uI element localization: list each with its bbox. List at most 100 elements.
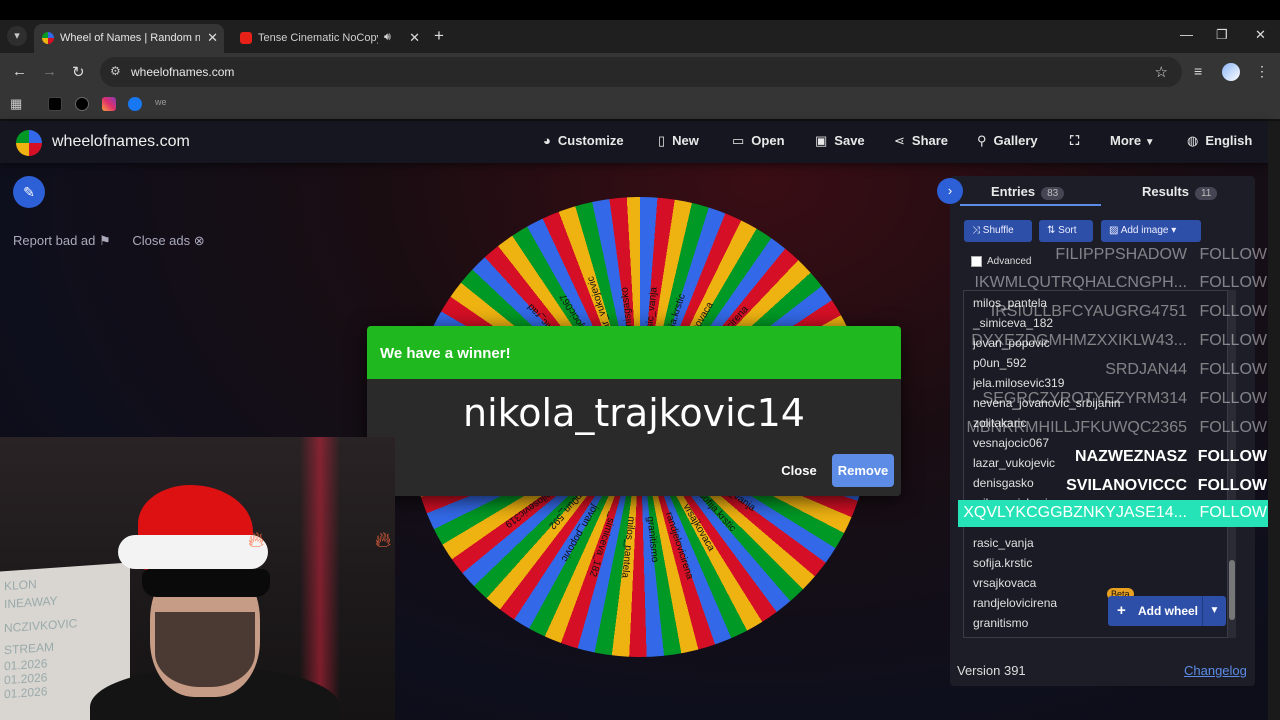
page-scrollbar[interactable] bbox=[1268, 121, 1280, 720]
menu-share[interactable]: ⋖ Share bbox=[894, 133, 948, 149]
tab-title: Wheel of Names | Random name bbox=[60, 32, 200, 44]
button-label: Shuffle bbox=[982, 225, 1014, 236]
button-label: Add wheel bbox=[1138, 604, 1199, 618]
follow-alert-row: IRSIULLBFCYAUGRG4751 FOLLOW bbox=[958, 299, 1273, 326]
menu-label: Open bbox=[751, 133, 785, 148]
browser-toolbar: ← → ↻ ⚙ wheelofnames.com ☆ ≡ ⋮ bbox=[0, 53, 1280, 91]
speaker-icon[interactable]: 🔊︎ bbox=[384, 31, 391, 44]
tab-close-icon[interactable]: ✕ bbox=[207, 30, 218, 46]
menu-open[interactable]: ▭ Open bbox=[732, 133, 785, 149]
menu-label: English bbox=[1205, 133, 1253, 148]
threads-icon[interactable] bbox=[75, 97, 89, 111]
follow-label: FOLLOW bbox=[1199, 303, 1267, 320]
follower-name: FILIPPPSHADOW bbox=[1055, 246, 1187, 263]
tab-entries[interactable]: Entries 83 bbox=[991, 184, 1065, 200]
bookmark-star-icon[interactable]: ☆ bbox=[1155, 63, 1168, 81]
add-wheel-button[interactable]: + Add wheel ▼ bbox=[1108, 596, 1226, 626]
caret-down-icon[interactable]: ▼ bbox=[1202, 596, 1226, 626]
bookmark-we-icon[interactable]: we bbox=[155, 97, 169, 111]
menu-save[interactable]: ▣ Save bbox=[815, 133, 865, 149]
window-close-icon[interactable]: ✕ bbox=[1255, 27, 1266, 43]
tiktok-icon[interactable] bbox=[48, 97, 62, 111]
follow-alert-row: NAZWEZNASZ FOLLOW bbox=[958, 444, 1273, 471]
sort-button[interactable]: ⇅ Sort bbox=[1039, 220, 1093, 242]
close-ads-link[interactable]: Close ads bbox=[132, 233, 190, 248]
follow-alert-row: DYXEZDGMHMZXXIKLW43... FOLLOW bbox=[958, 328, 1273, 355]
url-text[interactable]: wheelofnames.com bbox=[131, 65, 234, 79]
board-text: KLON bbox=[4, 576, 37, 594]
menu-language[interactable]: ◍ English bbox=[1187, 133, 1252, 149]
wheel-label-text: granitismo bbox=[644, 515, 661, 563]
media-controls-icon[interactable]: ≡ bbox=[1194, 63, 1202, 79]
site-info-icon[interactable]: ⚙ bbox=[110, 64, 124, 78]
profile-avatar[interactable] bbox=[1222, 63, 1240, 81]
menu-label: More bbox=[1110, 133, 1142, 148]
winner-dialog-header: We have a winner! bbox=[367, 326, 901, 379]
follower-name: IRSIULLBFCYAUGRG4751 bbox=[990, 303, 1187, 320]
back-arrow-icon[interactable]: ← bbox=[12, 63, 27, 80]
flame-icon: 🔥︎ bbox=[248, 527, 265, 552]
screen: ▾ Wheel of Names | Random name ✕ Tense C… bbox=[0, 0, 1280, 720]
menu-label: Gallery bbox=[993, 133, 1038, 148]
follow-label: FOLLOW bbox=[1199, 246, 1267, 263]
instagram-icon[interactable] bbox=[102, 97, 116, 111]
shuffle-button[interactable]: ⤨ Shuffle bbox=[964, 220, 1032, 242]
caret-down-icon: ▼ bbox=[1144, 137, 1155, 148]
list-item: vrsajkovaca bbox=[973, 576, 1037, 590]
tab-label: Results bbox=[1142, 184, 1189, 199]
shuffle-icon: ⤨ bbox=[972, 225, 980, 236]
tab-search-icon[interactable]: ▾ bbox=[7, 26, 27, 46]
site-brand[interactable]: wheelofnames.com bbox=[52, 133, 190, 151]
reload-icon[interactable]: ↻ bbox=[72, 63, 85, 81]
red-light bbox=[300, 437, 340, 720]
share-icon: ⋖ bbox=[894, 133, 905, 148]
menu-label: New bbox=[672, 133, 699, 148]
list-item: randjelovicirena bbox=[973, 596, 1058, 610]
browser-tabbar: ▾ Wheel of Names | Random name ✕ Tense C… bbox=[0, 20, 1280, 53]
follow-label: FOLLOW bbox=[1199, 419, 1267, 436]
flag-icon[interactable]: ⚑ bbox=[99, 233, 111, 248]
button-label: Sort bbox=[1058, 225, 1077, 236]
site-header: wheelofnames.com ◕ Customize ▯ New ▭ Open ▣… bbox=[0, 121, 1268, 163]
restore-icon[interactable]: ❐ bbox=[1216, 27, 1228, 43]
active-tab-indicator bbox=[960, 204, 1101, 206]
site-logo-icon[interactable] bbox=[16, 130, 42, 156]
entries-count-badge: 83 bbox=[1041, 187, 1065, 200]
collapse-panel-chevron-icon[interactable]: › bbox=[937, 178, 963, 204]
folder-icon: ▭ bbox=[732, 133, 745, 148]
address-bar[interactable]: ⚙ wheelofnames.com ☆ bbox=[100, 57, 1182, 87]
follow-alert-row: MBNRRMHILLJFKUWQC2365 FOLLOW bbox=[958, 415, 1273, 442]
edit-pencil-button[interactable]: ✎ bbox=[13, 176, 45, 208]
forward-arrow-icon[interactable]: → bbox=[42, 63, 57, 80]
apps-grid-icon[interactable]: ▦ bbox=[10, 97, 24, 111]
changelog-link[interactable]: Changelog bbox=[1184, 663, 1247, 678]
bookmarks-bar: ▦ we bbox=[0, 91, 1280, 120]
report-bad-ad-link[interactable]: Report bad ad bbox=[13, 233, 95, 248]
add-image-button[interactable]: ▨ Add image ▾ bbox=[1101, 220, 1201, 242]
facebook-icon[interactable] bbox=[128, 97, 142, 111]
minimize-icon[interactable]: — bbox=[1180, 27, 1193, 42]
new-tab-plus-icon[interactable]: + bbox=[434, 26, 444, 46]
list-item: granitismo bbox=[973, 616, 1029, 630]
kebab-menu-icon[interactable]: ⋮ bbox=[1255, 63, 1269, 80]
flame-icon: 🔥︎ bbox=[375, 527, 392, 552]
menu-more[interactable]: More ▼ bbox=[1110, 133, 1155, 148]
tab-wheel-of-names[interactable]: Wheel of Names | Random name ✕ bbox=[34, 24, 224, 53]
menu-gallery[interactable]: ⚲ Gallery bbox=[977, 133, 1038, 149]
tab-close-icon[interactable]: ✕ bbox=[409, 30, 420, 46]
menu-new[interactable]: ▯ New bbox=[658, 133, 699, 149]
close-circle-icon[interactable]: ⊗ bbox=[194, 233, 205, 248]
menu-customize[interactable]: ◕ Customize bbox=[543, 133, 624, 148]
follower-name: XQVLYKCGGBZNKYJASE14... bbox=[963, 504, 1187, 521]
scrollbar-thumb[interactable] bbox=[1229, 560, 1235, 620]
tab-youtube[interactable]: Tense Cinematic NoCopyrig 🔊︎ ✕ bbox=[232, 24, 426, 53]
tab-results[interactable]: Results 11 bbox=[1142, 184, 1218, 200]
search-icon: ⚲ bbox=[977, 133, 987, 148]
sort-icon: ⇅ bbox=[1047, 225, 1056, 236]
plus-icon: + bbox=[1117, 602, 1126, 619]
remove-button[interactable]: Remove bbox=[832, 454, 894, 487]
board-text: INEAWAY bbox=[4, 593, 58, 612]
fullscreen-icon[interactable]: ⛶ bbox=[1070, 133, 1079, 149]
close-button[interactable]: Close bbox=[772, 456, 826, 486]
follow-alert-row: FILIPPPSHADOW FOLLOW bbox=[958, 242, 1273, 269]
